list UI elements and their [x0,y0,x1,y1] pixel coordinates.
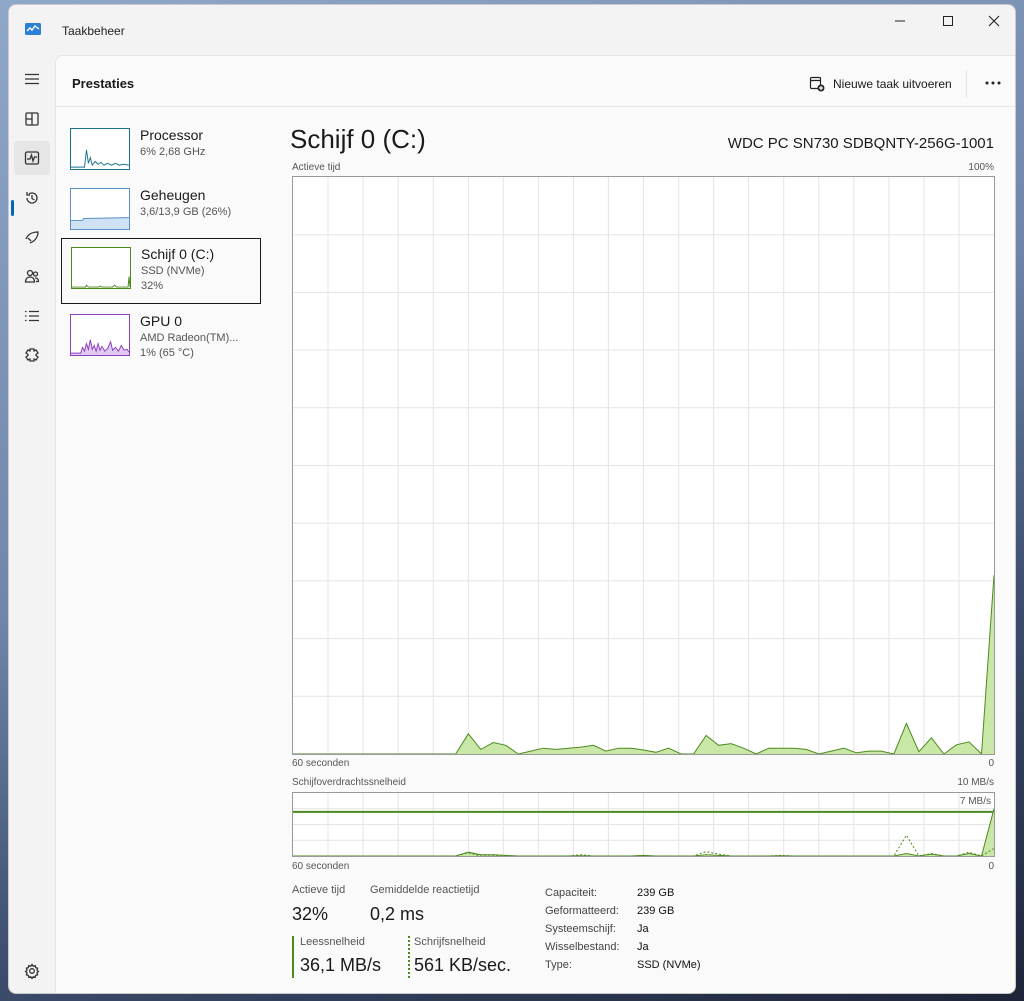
device-usage: 1% (65 °C) [140,347,194,359]
device-processor[interactable]: Processor 6% 2,68 GHz [61,120,261,186]
prop-key: Capaciteit: [545,887,597,899]
device-name: GPU 0 [140,313,183,329]
task-manager-icon [25,23,41,35]
transfer-chart-label: Schijfoverdrachtssnelheid [292,777,406,788]
device-info: 6% 2,68 GHz [140,146,206,158]
processor-thumbnail [70,128,130,170]
nav-processes[interactable] [14,102,50,136]
run-new-task-label: Nieuwe taak uitvoeren [833,77,952,91]
processor-sparkline [71,149,129,168]
header-separator [966,70,967,98]
device-info: AMD Radeon(TM)... [140,332,239,344]
transfer-rate-chart: 7 MB/s [292,792,995,857]
read-speed-value: 36,1 MB/s [300,955,382,975]
prop-value: Ja [637,941,649,953]
navigation-rail [9,55,55,993]
gpu-thumbnail [70,314,130,356]
close-icon [988,15,1000,27]
active-time-chart-label: Actieve tijd [292,162,341,173]
active-time-chart-svg [293,177,994,754]
details-icon [25,310,39,322]
detail-title: Schijf 0 (C:) [290,124,426,154]
more-options-button[interactable] [978,68,1008,98]
header-divider [56,106,1015,107]
prop-key: Wisselbestand: [545,941,620,953]
hamburger-menu-button[interactable] [14,62,50,96]
disk-model: WDC PC SN730 SDBQNTY-256G-1001 [727,135,994,152]
active-time-stat-label: Actieve tijd [292,884,346,896]
read-speed-label: Leessnelheid [300,936,365,948]
nav-settings[interactable] [14,954,50,988]
transfer-x-right: 0 [988,861,994,872]
page-title: Prestaties [72,76,135,91]
nav-details[interactable] [14,299,50,333]
settings-icon [24,963,40,979]
prop-value: 239 GB [637,905,675,917]
response-time-label: Gemiddelde reactietijd [370,884,480,896]
run-new-task-button[interactable]: Nieuwe taak uitvoeren [809,70,952,98]
maximize-icon [943,16,953,26]
active-time-x-right: 0 [988,758,994,769]
device-name: Processor [140,127,204,143]
gpu-sparkline [71,339,129,355]
processes-icon [25,112,39,126]
prop-key: Geformatteerd: [545,905,619,917]
device-info: 3,6/13,9 GB (26%) [140,206,232,218]
minimize-button[interactable] [877,5,923,37]
minimize-icon [895,20,905,22]
prop-value: 239 GB [637,887,675,899]
window-title: Taakbeheer [62,24,125,38]
nav-app-history[interactable] [14,181,50,215]
transfer-ref-label: 7 MB/s [959,796,991,807]
nav-startup-apps[interactable] [14,220,50,254]
services-icon [25,348,39,362]
prop-value: Ja [637,923,649,935]
startup-icon [25,231,39,244]
active-time-chart [292,176,995,755]
nav-performance[interactable] [14,141,50,175]
transfer-rate-chart-svg [293,793,994,856]
more-icon [985,81,1001,85]
active-time-x-left: 60 seconden [292,758,350,769]
menu-icon [25,73,39,85]
write-speed-value: 561 KB/sec. [414,955,512,975]
performance-icon [24,151,40,165]
memory-sparkline [71,217,129,229]
device-name: Geheugen [140,187,206,203]
device-memory[interactable]: Geheugen 3,6/13,9 GB (26%) [61,180,261,246]
active-time-max-label: 100% [968,162,994,173]
prop-value: SSD (NVMe) [637,959,701,971]
write-speed-label: Schrijfsnelheid [414,936,486,948]
disk-sparkline [72,276,130,288]
device-usage: 32% [141,280,164,292]
nav-services[interactable] [14,338,50,372]
active-time-stat-value: 32% [292,904,329,924]
title-bar: Taakbeheer [9,5,1015,55]
disk-thumbnail [71,247,131,289]
device-disk-0[interactable]: Schijf 0 (C:) SSD (NVMe) 32% [61,238,261,304]
read-speed-marker [292,936,294,978]
task-manager-window: Taakbeheer Prestaties Nieuwe taak uitvoe… [8,4,1016,994]
device-info: SSD (NVMe) [141,265,205,277]
maximize-button[interactable] [925,5,971,37]
app-history-icon [26,192,38,204]
main-content: Prestaties Nieuwe taak uitvoeren Process… [55,55,1015,993]
new-task-icon [809,76,825,92]
device-name: Schijf 0 (C:) [141,246,215,262]
memory-thumbnail [70,188,130,230]
transfer-x-left: 60 seconden [292,861,350,872]
nav-users[interactable] [14,259,50,293]
write-speed-marker [408,936,410,978]
prop-key: Systeemschijf: [545,923,616,935]
response-time-value: 0,2 ms [370,904,425,924]
prop-key: Type: [545,959,572,971]
device-gpu-0[interactable]: GPU 0 AMD Radeon(TM)... 1% (65 °C) [61,306,261,372]
transfer-max-label: 10 MB/s [957,777,994,788]
users-icon [24,269,40,283]
close-button[interactable] [971,5,1015,37]
